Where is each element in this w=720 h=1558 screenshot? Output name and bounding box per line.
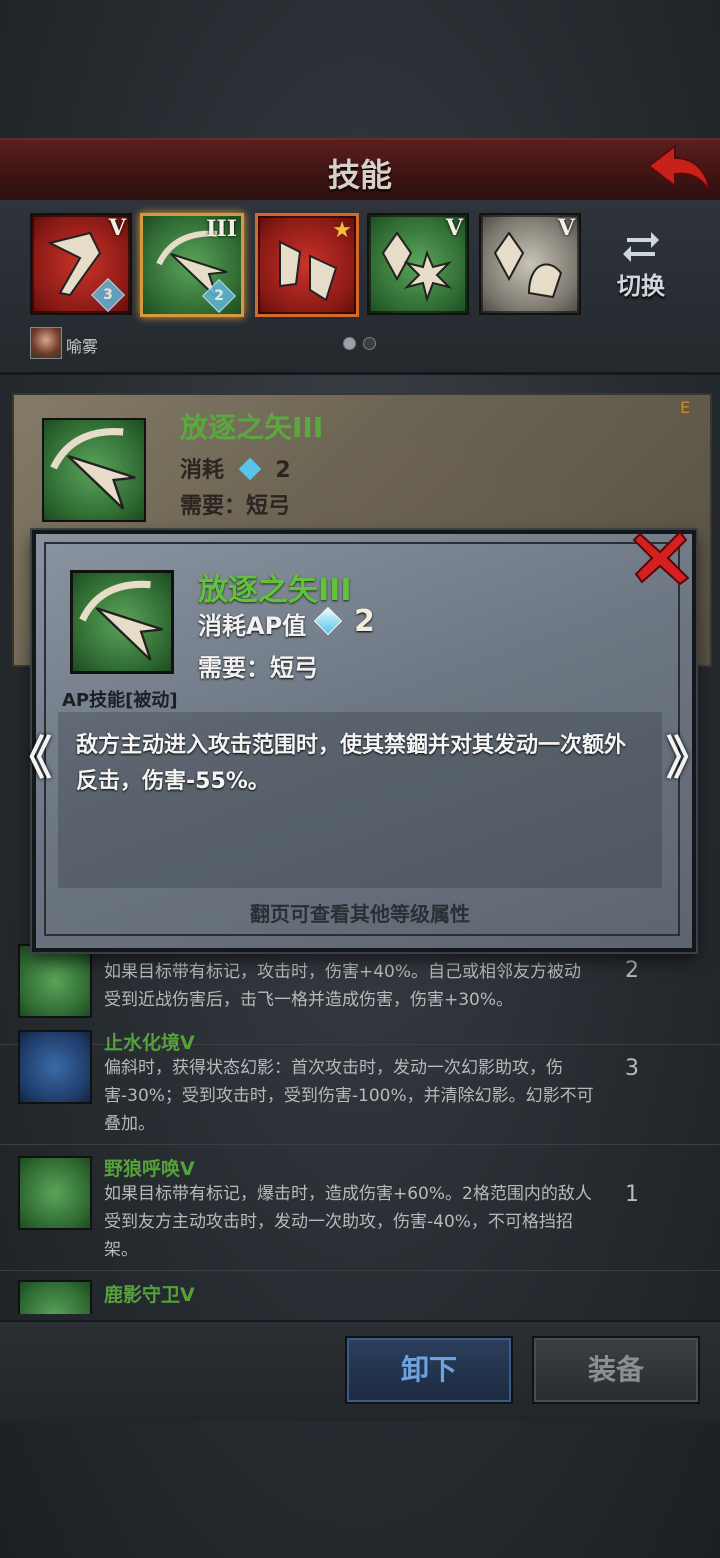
detail-skill-icon xyxy=(42,418,146,522)
modal-cost-value: 2 xyxy=(354,604,375,639)
hero-avatar[interactable] xyxy=(30,327,62,359)
modal-title: 放逐之矢III xyxy=(198,573,352,608)
bear-icon xyxy=(18,944,92,1018)
detail-cost: 消耗 2 xyxy=(180,457,291,483)
unequip-button[interactable]: 卸下 xyxy=(345,1336,513,1404)
modal-description: 敌方主动进入攻击范围时，使其禁錮并对其发动一次额外反击，伤害-55%。 xyxy=(76,733,627,794)
list-item-cost: 1 xyxy=(625,1182,639,1207)
list-item[interactable]: 野狼呼唤V 如果目标带有标记，爆击时，造成伤害+60%。2格范围内的敌人受到友方… xyxy=(0,1152,720,1271)
back-button[interactable] xyxy=(645,142,713,194)
slot-level: V xyxy=(445,215,463,241)
bow-arrow-icon xyxy=(50,427,136,510)
switch-button[interactable]: 切换 xyxy=(610,228,672,301)
wolf-icon xyxy=(18,1156,92,1230)
close-icon xyxy=(632,530,690,586)
slot-level: V xyxy=(557,215,575,241)
prev-level-button[interactable]: 《 xyxy=(6,722,52,788)
slot-level: V xyxy=(108,215,126,241)
hero-name: 喻雾 xyxy=(66,337,99,356)
modal-skill-icon xyxy=(70,570,174,674)
skill-slot-4[interactable]: V xyxy=(367,213,469,315)
close-button[interactable] xyxy=(632,528,690,586)
page-dot xyxy=(363,337,376,350)
switch-label: 切换 xyxy=(617,272,665,300)
next-level-button[interactable]: 》 xyxy=(666,722,712,788)
list-item[interactable]: 鹿影守卫V xyxy=(0,1278,720,1314)
skill-slot-5[interactable]: V xyxy=(479,213,581,315)
list-item-cost: 2 xyxy=(625,958,639,983)
star-icon: ★ xyxy=(332,218,352,243)
slot-level: III xyxy=(206,216,237,242)
list-item-desc: 偏斜时，获得状态幻影：首次攻击时，发动一次幻影助攻，伤害-30%；受到攻击时，受… xyxy=(104,1058,594,1134)
equip-button[interactable]: 装备 xyxy=(532,1336,700,1404)
page-title: 技能 xyxy=(327,156,392,194)
detail-require: 需要：短弓 xyxy=(180,494,291,519)
swap-arrows-icon xyxy=(623,232,659,262)
skill-slot-3[interactable]: ★ xyxy=(255,213,359,317)
list-item-title: 止水化境V xyxy=(104,1032,195,1054)
list-item-cost: 3 xyxy=(625,1056,639,1081)
list-item-desc: 如果目标带有标记，爆击时，造成伤害+60%。2格范围内的敌人受到友方主动攻击时，… xyxy=(104,1184,592,1260)
back-arrow-icon xyxy=(647,143,710,191)
modal-cost-label: 消耗AP值 xyxy=(198,612,307,640)
detail-corner-label: E xyxy=(680,398,691,417)
skill-slot-2[interactable]: III 2 xyxy=(140,213,244,317)
skill-slot-1[interactable]: V 3 xyxy=(30,213,132,315)
gem-icon xyxy=(238,457,262,481)
bow-arrow-icon xyxy=(79,580,163,661)
page-dot-active xyxy=(343,337,356,350)
modal-skill-type: AP技能[被动] xyxy=(62,690,178,711)
list-item-title: 鹿影守卫V xyxy=(104,1284,195,1306)
list-item[interactable]: 止水化境V 偏斜时，获得状态幻影：首次攻击时，发动一次幻影助攻，伤害-30%；受… xyxy=(0,1026,720,1145)
list-item-desc: 如果目标带有标记，攻击时，伤害+40%。自己或相邻友方被动受到近战伤害后，击飞一… xyxy=(104,962,582,1010)
list-item-title: 野狼呼唤V xyxy=(104,1158,195,1180)
modal-page-hint: 翻页可查看其他等级属性 xyxy=(250,902,470,926)
modal-requirement: 需要：短弓 xyxy=(198,654,318,682)
wind-blade-icon xyxy=(18,1030,92,1104)
detail-title: 放逐之矢III xyxy=(180,411,324,444)
deer-icon xyxy=(18,1280,92,1314)
